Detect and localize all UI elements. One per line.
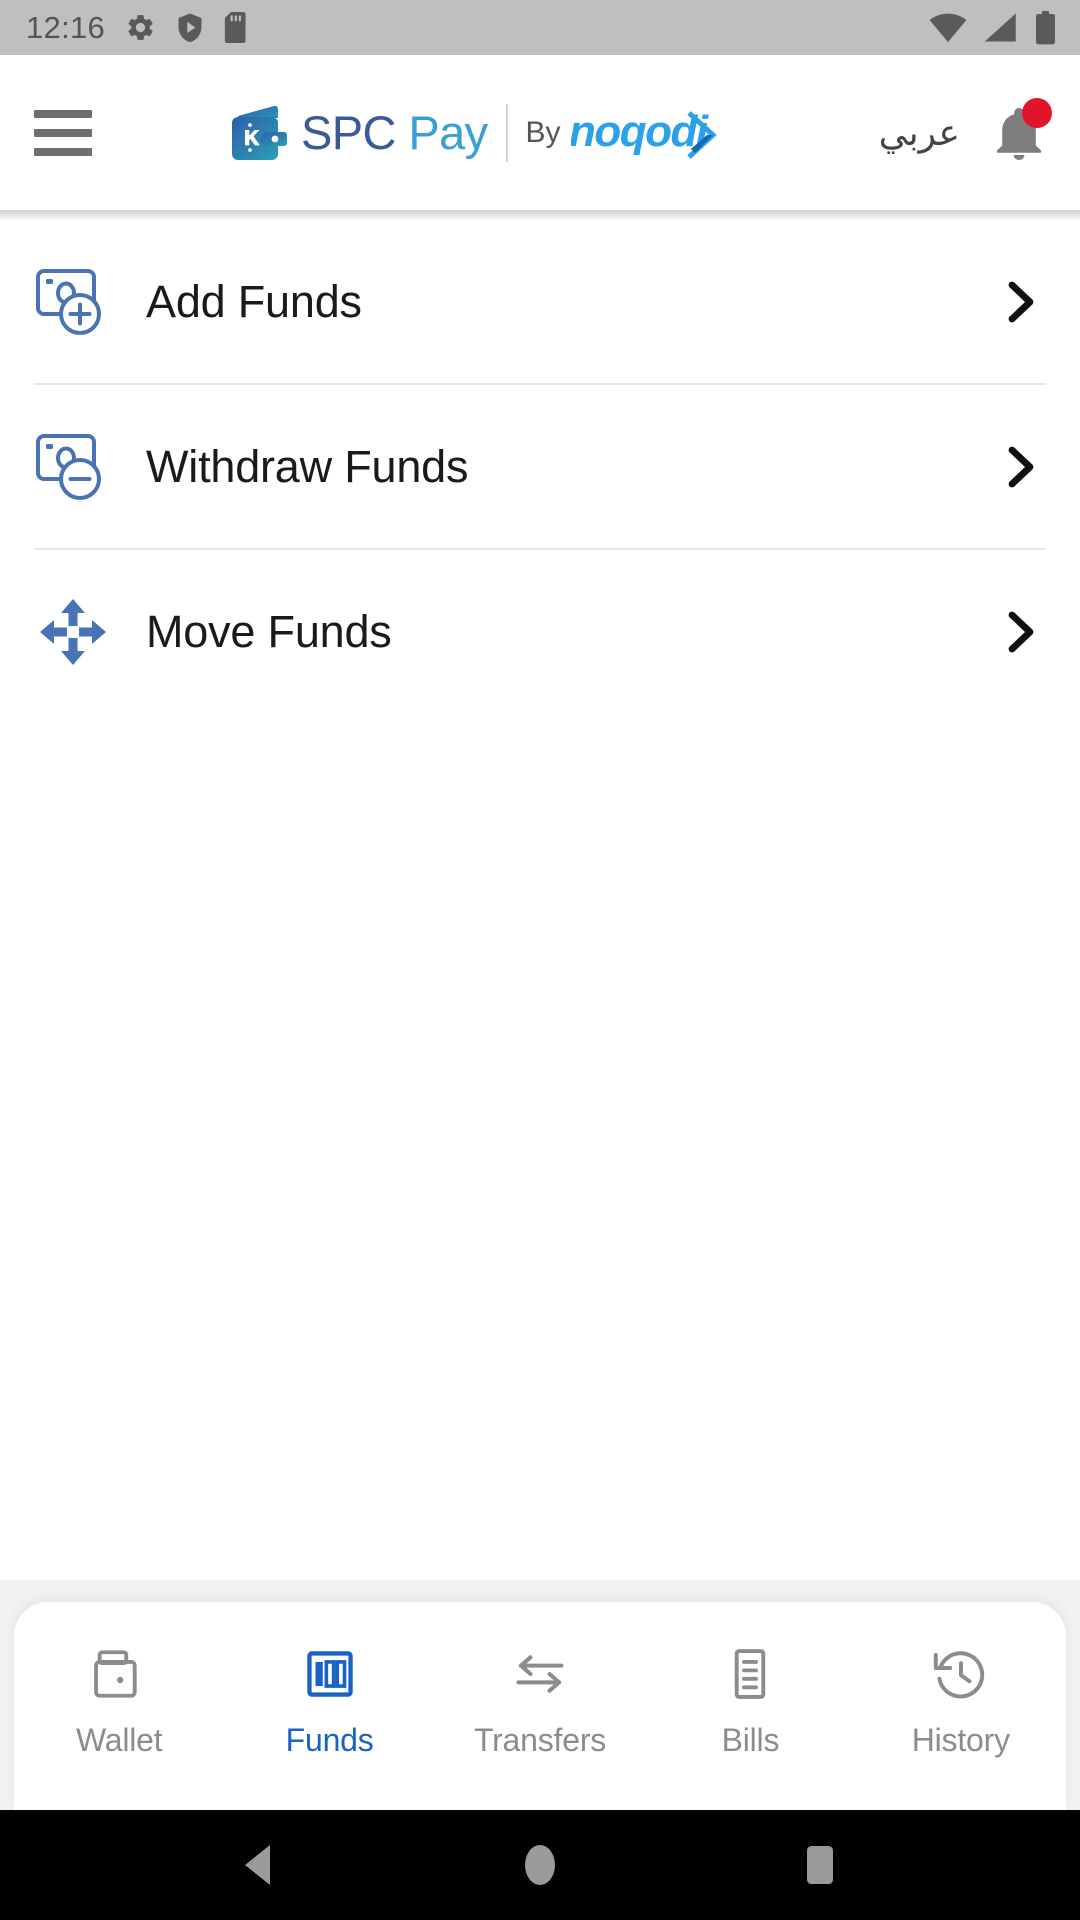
spc-pay-brand: SPC Pay [228, 104, 488, 162]
tab-label: Transfers [473, 1721, 607, 1758]
hamburger-bar-1 [34, 109, 92, 118]
recents-button[interactable] [775, 1820, 865, 1910]
phone-screen: 12:16 SPC Pay By noqodi عربي Add Funds W… [0, 0, 1080, 1920]
status-bar-clock: 12:16 [26, 10, 106, 45]
tab-label: Wallet [75, 1721, 163, 1758]
back-button[interactable] [215, 1820, 305, 1910]
status-bar-left: 12:16 [26, 12, 249, 43]
battery-icon [1036, 10, 1055, 44]
by-label: By [525, 115, 561, 149]
brand-divider [505, 103, 508, 162]
hamburger-bar-2 [34, 128, 92, 137]
menu-item-label: Withdraw Funds [146, 441, 469, 492]
page-title: SPC Pay [301, 109, 488, 156]
wallet-logo-icon [232, 105, 288, 160]
card-minus-icon [34, 432, 112, 502]
notification-badge [1022, 97, 1052, 128]
shield-play-icon [178, 13, 202, 43]
hamburger-bar-3 [34, 147, 92, 156]
chevron-right-icon [1008, 611, 1034, 653]
clock-history-icon [931, 1641, 991, 1707]
status-bar-right [929, 10, 1062, 45]
brand-spc-text: SPC [301, 106, 396, 159]
home-button[interactable] [495, 1820, 585, 1910]
menu-item-label: Add Funds [146, 276, 362, 327]
hamburger-menu-icon[interactable] [34, 109, 92, 156]
funds-menu-list: Add Funds Withdraw Funds Move Funds [0, 220, 1080, 1580]
tab-label: Funds [285, 1721, 374, 1758]
header-shadow [0, 210, 1080, 220]
brand-block: SPC Pay By noqodi [98, 102, 853, 164]
wifi-icon [929, 13, 967, 43]
chevron-right-icon [1008, 281, 1034, 323]
tab-history[interactable]: History [856, 1602, 1066, 1810]
chevron-right-icon [1008, 446, 1034, 488]
tab-bills[interactable]: Bills [645, 1602, 855, 1810]
cell-signal-icon [984, 13, 1016, 42]
menu-item-withdraw-funds[interactable]: Withdraw Funds [0, 385, 1080, 548]
wallet-icon [90, 1641, 148, 1707]
app-header: SPC Pay By noqodi عربي [0, 55, 1080, 210]
gear-icon [128, 15, 153, 40]
menu-item-label: Move Funds [146, 606, 392, 657]
sd-card-icon [224, 12, 246, 43]
bottom-navigation-bar: Wallet Funds Transfers Bills History [14, 1602, 1066, 1810]
notifications-button[interactable] [988, 97, 1052, 166]
tab-funds[interactable]: Funds [224, 1602, 434, 1810]
tab-label: Bills [721, 1721, 780, 1758]
list-empty-space [0, 713, 1080, 1580]
partner-brand: By noqodi [526, 102, 723, 164]
card-add-icon [34, 267, 112, 337]
bottom-nav-zone: Wallet Funds Transfers Bills History [0, 1580, 1080, 1810]
menu-item-add-funds[interactable]: Add Funds [0, 220, 1080, 383]
tab-wallet[interactable]: Wallet [14, 1602, 224, 1810]
noqodi-logo-icon: noqodi [571, 107, 717, 159]
language-toggle-button[interactable]: عربي [879, 112, 960, 154]
menu-item-move-funds[interactable]: Move Funds [0, 550, 1080, 713]
tab-label: History [911, 1721, 1010, 1758]
move-arrows-icon [34, 597, 112, 667]
bill-document-icon [721, 1641, 779, 1707]
tab-transfers[interactable]: Transfers [435, 1602, 645, 1810]
banknote-icon [301, 1641, 359, 1707]
transfer-arrows-icon [509, 1641, 571, 1707]
android-navigation-bar [0, 1810, 1080, 1920]
brand-pay-text: Pay [395, 106, 488, 159]
status-bar: 12:16 [0, 0, 1080, 55]
